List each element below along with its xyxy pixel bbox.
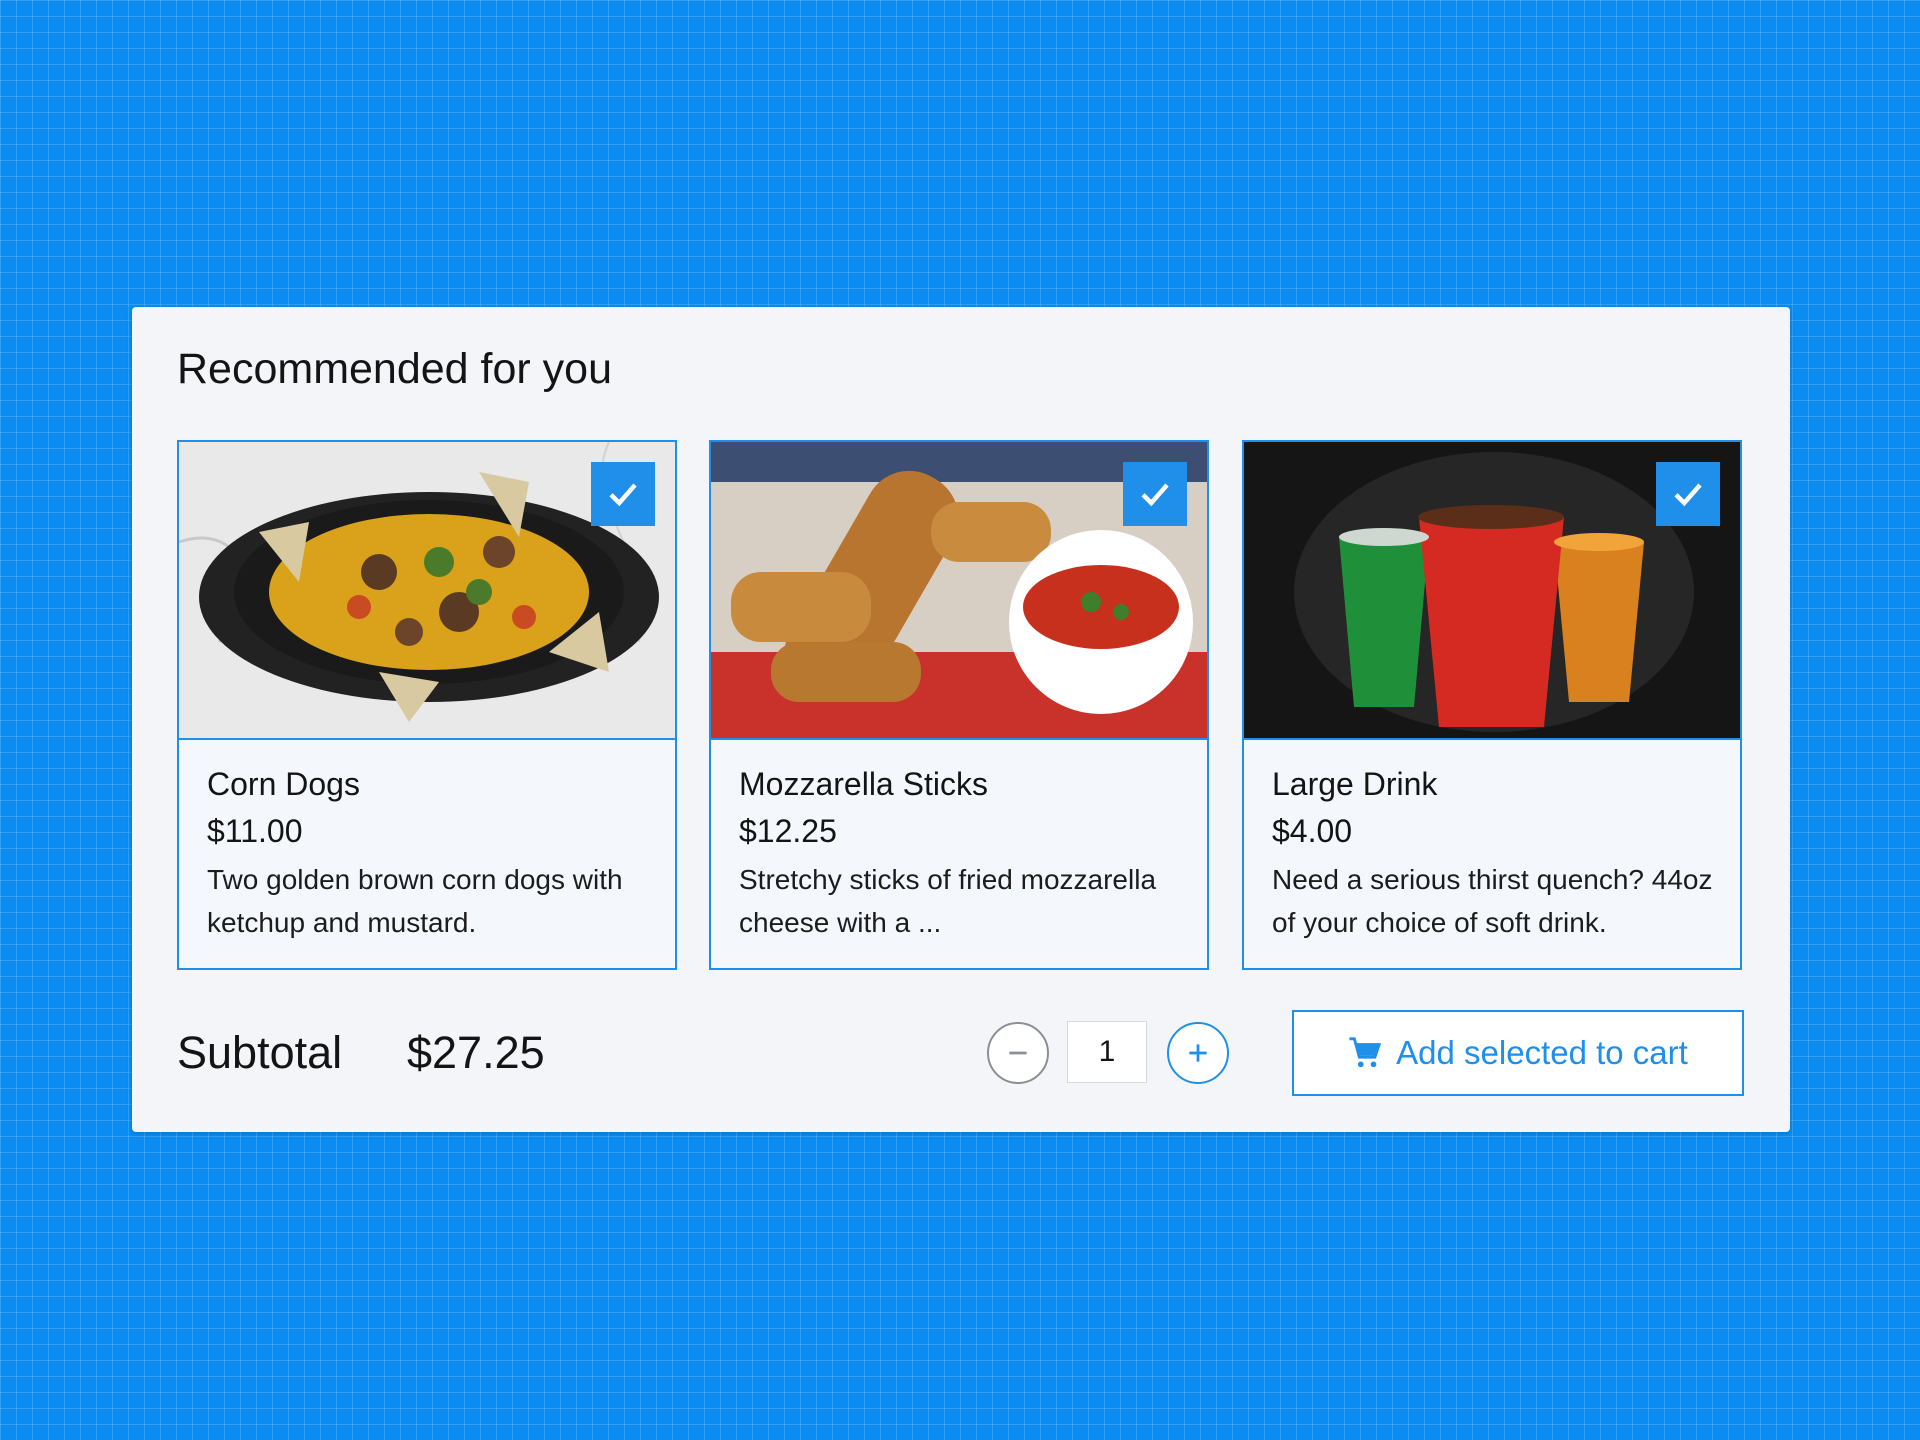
minus-icon <box>1009 1051 1027 1055</box>
product-price: $4.00 <box>1272 813 1353 849</box>
product-description: Two golden brown corn dogs with ketchup … <box>207 864 623 938</box>
subtotal-value: $27.25 <box>407 1027 545 1078</box>
quantity-input[interactable]: 1 <box>1067 1021 1147 1083</box>
section-title: Recommended for you <box>177 345 612 393</box>
subtotal-label: Subtotal <box>177 1027 343 1078</box>
product-image <box>179 442 675 740</box>
add-button-label: Add selected to cart <box>1396 1034 1688 1071</box>
product-card-large-drink[interactable]: Large Drink $4.00 Need a serious thirst … <box>1242 440 1742 970</box>
increase-quantity-button[interactable] <box>1167 1022 1229 1084</box>
product-name: Mozzarella Sticks <box>739 766 988 802</box>
decrease-quantity-button[interactable] <box>987 1022 1049 1084</box>
product-image <box>1244 442 1740 740</box>
recommendations-panel: Recommended for you Corn Dogs $11.00 Two… <box>132 307 1790 1132</box>
checkmark-icon <box>609 483 637 507</box>
product-image <box>711 442 1207 740</box>
checkmark-icon <box>1141 483 1169 507</box>
product-card-corn-dogs[interactable]: Corn Dogs $11.00 Two golden brown corn d… <box>177 440 677 970</box>
selected-checkbox[interactable] <box>1656 462 1720 526</box>
product-price: $11.00 <box>207 813 303 849</box>
product-price: $12.25 <box>739 813 837 849</box>
product-description: Need a serious thirst quench? 44oz of yo… <box>1272 864 1713 938</box>
product-name: Corn Dogs <box>207 766 360 802</box>
product-card-mozzarella-sticks[interactable]: Mozzarella Sticks $12.25 Stretchy sticks… <box>709 440 1209 970</box>
product-name: Large Drink <box>1272 766 1438 802</box>
selected-checkbox[interactable] <box>591 462 655 526</box>
checkmark-icon <box>1674 483 1702 507</box>
product-description: Stretchy sticks of fried mozzarella chee… <box>739 864 1157 938</box>
selected-checkbox[interactable] <box>1123 462 1187 526</box>
add-selected-to-cart-button[interactable]: Add selected to cart <box>1292 1010 1744 1096</box>
plus-icon <box>1189 1044 1207 1062</box>
cart-icon <box>1349 1037 1382 1068</box>
